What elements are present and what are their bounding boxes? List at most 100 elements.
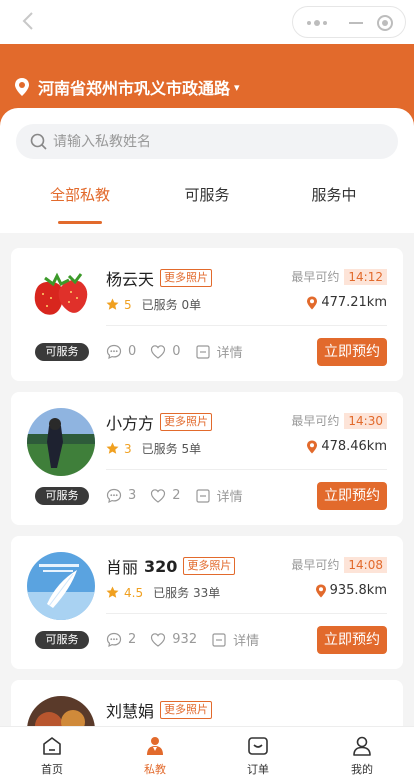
coach-name: 杨云天 更多照片 bbox=[106, 266, 213, 290]
comments-button[interactable]: 2 bbox=[106, 632, 136, 648]
star-icon bbox=[106, 442, 119, 454]
details-icon bbox=[195, 488, 210, 503]
comment-count: 0 bbox=[128, 344, 137, 359]
earliest-label: 最早可约 bbox=[291, 270, 340, 284]
comments-button[interactable]: 3 bbox=[106, 488, 136, 504]
distance-value: 935.8km bbox=[329, 583, 387, 598]
coach-card[interactable]: 可服务 肖丽 320 更多照片 最早可约 14:08 4.5 已服务 33 单 9… bbox=[11, 536, 403, 669]
coach-name-text: 杨云天 bbox=[106, 270, 155, 289]
like-button[interactable]: 0 bbox=[150, 344, 181, 360]
heart-icon bbox=[151, 632, 166, 647]
nav-home[interactable]: 首页 bbox=[22, 735, 82, 777]
tab-all-coaches[interactable]: 全部私教 bbox=[20, 184, 140, 224]
more-photos-button[interactable]: 更多照片 bbox=[160, 269, 213, 287]
avatar[interactable] bbox=[27, 408, 95, 476]
tab-label: 服务中 bbox=[311, 186, 357, 204]
comment-count: 2 bbox=[128, 632, 137, 647]
top-bar bbox=[0, 0, 414, 44]
back-arrow-icon[interactable] bbox=[18, 10, 40, 32]
served-prefix: 已服务 bbox=[141, 298, 178, 312]
nav-profile[interactable]: 我的 bbox=[332, 735, 392, 777]
nav-label: 首页 bbox=[41, 763, 63, 776]
comments-button[interactable]: 0 bbox=[106, 344, 136, 360]
rating-score: 5 bbox=[124, 297, 132, 312]
coach-name-text: 肖丽 bbox=[106, 558, 139, 577]
card-actions: 2 932 详情 bbox=[106, 630, 273, 649]
nav-label: 我的 bbox=[351, 763, 373, 776]
like-button[interactable]: 932 bbox=[150, 632, 197, 648]
close-capsule-icon[interactable] bbox=[377, 15, 393, 31]
home-icon bbox=[43, 737, 61, 755]
distance-value: 478.46km bbox=[321, 439, 387, 454]
details-button[interactable]: 详情 bbox=[195, 486, 243, 505]
tab-bar: 全部私教 可服务 服务中 bbox=[0, 184, 414, 224]
caret-down-icon: ▾ bbox=[234, 80, 240, 94]
nav-orders[interactable]: 订单 bbox=[228, 735, 288, 777]
minimize-icon[interactable] bbox=[349, 22, 363, 24]
coach-icon bbox=[147, 737, 163, 755]
earliest-time: 14:12 bbox=[344, 268, 387, 285]
nav-label: 订单 bbox=[247, 763, 269, 776]
avatar[interactable] bbox=[27, 552, 95, 620]
more-photos-button[interactable]: 更多照片 bbox=[183, 557, 236, 575]
search-bar[interactable] bbox=[16, 124, 398, 159]
tab-label: 全部私教 bbox=[49, 186, 110, 204]
order-icon bbox=[248, 737, 268, 755]
coach-stats: 4.5 已服务 33 单 bbox=[106, 584, 220, 601]
star-icon bbox=[106, 298, 119, 310]
served-prefix: 已服务 bbox=[153, 586, 190, 600]
nav-label: 私教 bbox=[144, 763, 166, 776]
coach-name-text: 小方方 bbox=[106, 414, 155, 433]
location-pin-icon bbox=[307, 440, 318, 453]
coach-name: 小方方 更多照片 bbox=[106, 410, 213, 434]
bottom-nav: 首页 私教 订单 我的 bbox=[0, 726, 414, 780]
like-count: 2 bbox=[172, 488, 181, 503]
nav-coaches[interactable]: 私教 bbox=[125, 735, 185, 777]
coach-card[interactable]: 可服务 杨云天 更多照片 最早可约 14:12 5 已服务 0单 477.21k… bbox=[11, 248, 403, 381]
comment-icon bbox=[106, 632, 122, 647]
status-badge: 可服务 bbox=[35, 343, 89, 361]
card-actions: 3 2 详情 bbox=[106, 486, 257, 505]
tab-label: 可服务 bbox=[184, 186, 230, 204]
more-dots-icon[interactable] bbox=[307, 20, 327, 26]
avatar[interactable] bbox=[27, 264, 95, 332]
earliest-slot: 最早可约 14:30 bbox=[291, 412, 387, 429]
details-button[interactable]: 详情 bbox=[211, 630, 259, 649]
distance: 935.8km bbox=[315, 583, 387, 598]
coach-stats: 3 已服务 5单 bbox=[106, 440, 201, 457]
distance: 477.21km bbox=[306, 295, 387, 310]
details-button[interactable]: 详情 bbox=[195, 342, 243, 361]
served-count: 5 bbox=[181, 441, 190, 456]
coach-card[interactable]: 可服务 小方方 更多照片 最早可约 14:30 3 已服务 5单 478.46k… bbox=[11, 392, 403, 525]
location-pin-icon bbox=[315, 584, 326, 597]
tab-in-service[interactable]: 服务中 bbox=[274, 184, 394, 224]
served-suffix: 单 bbox=[189, 442, 202, 456]
location-selector[interactable]: 河南省郑州市巩义市政通路 ▾ bbox=[12, 76, 240, 98]
status-badge: 可服务 bbox=[35, 631, 89, 649]
heart-icon bbox=[151, 488, 166, 503]
earliest-time: 14:08 bbox=[344, 556, 387, 573]
like-button[interactable]: 2 bbox=[150, 488, 181, 504]
coach-name-suffix: 320 bbox=[144, 556, 178, 576]
earliest-time: 14:30 bbox=[344, 412, 387, 429]
details-label: 详情 bbox=[216, 490, 243, 505]
book-now-button[interactable]: 立即预约 bbox=[317, 482, 387, 510]
search-icon bbox=[30, 133, 47, 150]
more-photos-button[interactable]: 更多照片 bbox=[160, 413, 213, 431]
earliest-label: 最早可约 bbox=[291, 414, 340, 428]
details-icon bbox=[212, 632, 226, 647]
comment-count: 3 bbox=[128, 488, 137, 503]
coach-name-text: 刘慧娟 bbox=[106, 702, 155, 721]
tab-available[interactable]: 可服务 bbox=[147, 184, 267, 224]
filter-panel: 全部私教 可服务 服务中 bbox=[0, 108, 414, 233]
search-input[interactable] bbox=[53, 133, 353, 150]
book-now-button[interactable]: 立即预约 bbox=[317, 626, 387, 654]
more-photos-button[interactable]: 更多照片 bbox=[160, 701, 213, 719]
profile-icon bbox=[353, 736, 371, 756]
book-now-button[interactable]: 立即预约 bbox=[317, 338, 387, 366]
comment-icon bbox=[106, 488, 122, 503]
card-actions: 0 0 详情 bbox=[106, 342, 257, 361]
served-suffix: 单 bbox=[208, 586, 221, 600]
earliest-label: 最早可约 bbox=[291, 558, 340, 572]
status-badge: 可服务 bbox=[35, 487, 89, 505]
